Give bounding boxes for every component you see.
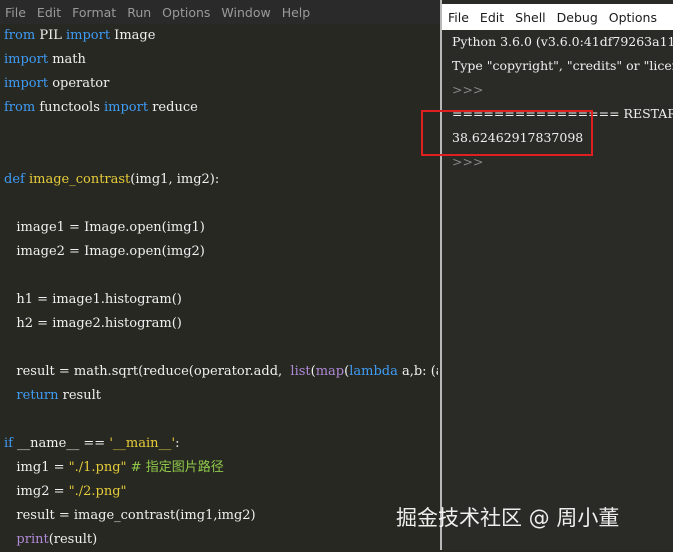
code-line: img1 = "./1.png" # 指定图片路径 xyxy=(4,456,438,480)
editor-menu-window[interactable]: Window xyxy=(216,5,276,20)
code-token: '__main__' xyxy=(109,436,176,451)
editor-menubar: File Edit Format Run Options Window Help xyxy=(0,0,440,24)
code-line: from functools import reduce xyxy=(4,96,438,120)
shell-menu-options[interactable]: Options xyxy=(603,10,662,25)
editor-menu-options[interactable]: Options xyxy=(157,5,216,20)
code-token: "./2.png" xyxy=(68,484,127,499)
code-token: import xyxy=(104,100,149,115)
code-token: (result) xyxy=(48,532,98,547)
result-highlight-box xyxy=(421,110,593,156)
shell-line: Python 3.6.0 (v3.6.0:41df79263a11, Dec xyxy=(452,30,673,54)
code-token: map xyxy=(315,364,345,379)
editor-menu-edit[interactable]: Edit xyxy=(32,5,67,20)
code-line: def image_contrast(img1, img2): xyxy=(4,168,438,192)
code-token: >>> xyxy=(452,154,484,169)
code-token: def xyxy=(4,172,25,187)
code-token: return xyxy=(16,388,59,403)
code-token: img2 = xyxy=(4,484,69,499)
editor-menu-format[interactable]: Format xyxy=(67,5,122,20)
code-line: image2 = Image.open(img2) xyxy=(4,240,438,264)
code-token: h2 = image2.histogram() xyxy=(4,316,182,331)
shell-menu-shell[interactable]: Shell xyxy=(509,10,551,25)
shell-menu-debug[interactable]: Debug xyxy=(551,10,603,25)
code-token: import xyxy=(4,76,49,91)
code-token: image2 = Image.open(img2) xyxy=(4,244,205,259)
code-token: img1 = xyxy=(4,460,69,475)
code-line: from PIL import Image xyxy=(4,24,438,48)
code-token: image_contrast xyxy=(28,172,131,187)
code-line: result = image_contrast(img1,img2) xyxy=(4,504,438,528)
editor-menu-run[interactable]: Run xyxy=(122,5,157,20)
code-line: img2 = "./2.png" xyxy=(4,480,438,504)
code-token: print xyxy=(16,532,49,547)
code-token: Image xyxy=(110,28,156,43)
shell-line: >>> xyxy=(452,78,673,102)
editor-menu-file[interactable]: File xyxy=(0,5,32,20)
code-token: import xyxy=(4,52,49,67)
shell-menu-edit[interactable]: Edit xyxy=(474,10,509,25)
code-token: a,b: (a-b)**2, h1 xyxy=(401,364,438,379)
code-area[interactable]: from PIL import Image import math import o… xyxy=(4,24,438,552)
code-token: list xyxy=(290,364,311,379)
shell-window: File Edit Shell Debug Options Python 3.6.0 (… xyxy=(442,0,673,550)
code-line: image1 = Image.open(img1) xyxy=(4,216,438,240)
code-token: import xyxy=(65,28,111,43)
shell-line: Type "copyright", "credits" or "license(… xyxy=(452,54,673,78)
code-token: image1 = Image.open(img1) xyxy=(4,220,205,235)
code-token: result = math.sqrt(reduce(operator.add, xyxy=(4,364,291,379)
code-token: result xyxy=(58,388,101,403)
code-line: h1 = image1.histogram() xyxy=(4,288,438,312)
code-token: lambda xyxy=(349,364,398,379)
code-token: "./1.png" xyxy=(68,460,127,475)
code-token: math xyxy=(48,52,86,67)
code-token: reduce xyxy=(148,100,198,115)
code-token: Type "copyright", "credits" or "license(… xyxy=(452,58,673,73)
code-token: >>> xyxy=(452,82,484,97)
code-token: # 指定图片路径 xyxy=(130,460,224,475)
code-token: PIL xyxy=(35,28,66,43)
code-token: functools xyxy=(35,100,104,115)
editor-window: File Edit Format Run Options Window Help from … xyxy=(0,0,440,550)
code-line: result = math.sqrt(reduce(operator.add, … xyxy=(4,360,438,384)
code-token: __name__ == xyxy=(12,436,110,451)
watermark: 掘金技术社区 @ 周小董 xyxy=(396,506,620,530)
code-token: if xyxy=(4,436,13,451)
code-line: print(result) xyxy=(4,528,438,552)
code-line: import math xyxy=(4,48,438,72)
code-token: from xyxy=(4,28,36,43)
code-token: : xyxy=(175,436,180,451)
code-line: import operator xyxy=(4,72,438,96)
editor-menu-help[interactable]: Help xyxy=(277,5,317,20)
shell-menu-file[interactable]: File xyxy=(442,10,474,25)
code-token: Python 3.6.0 (v3.6.0:41df79263a11, Dec xyxy=(452,34,673,49)
shell-menubar: File Edit Shell Debug Options xyxy=(442,4,673,30)
code-token: operator xyxy=(48,76,110,91)
code-line: return result xyxy=(4,384,438,408)
code-line: h2 = image2.histogram() xyxy=(4,312,438,336)
code-token: from xyxy=(4,100,36,115)
code-token: (img1, img2): xyxy=(130,172,220,187)
code-token: h1 = image1.histogram() xyxy=(4,292,182,307)
code-token: result = image_contrast(img1,img2) xyxy=(4,508,256,523)
code-line: if __name__ == '__main__': xyxy=(4,432,438,456)
